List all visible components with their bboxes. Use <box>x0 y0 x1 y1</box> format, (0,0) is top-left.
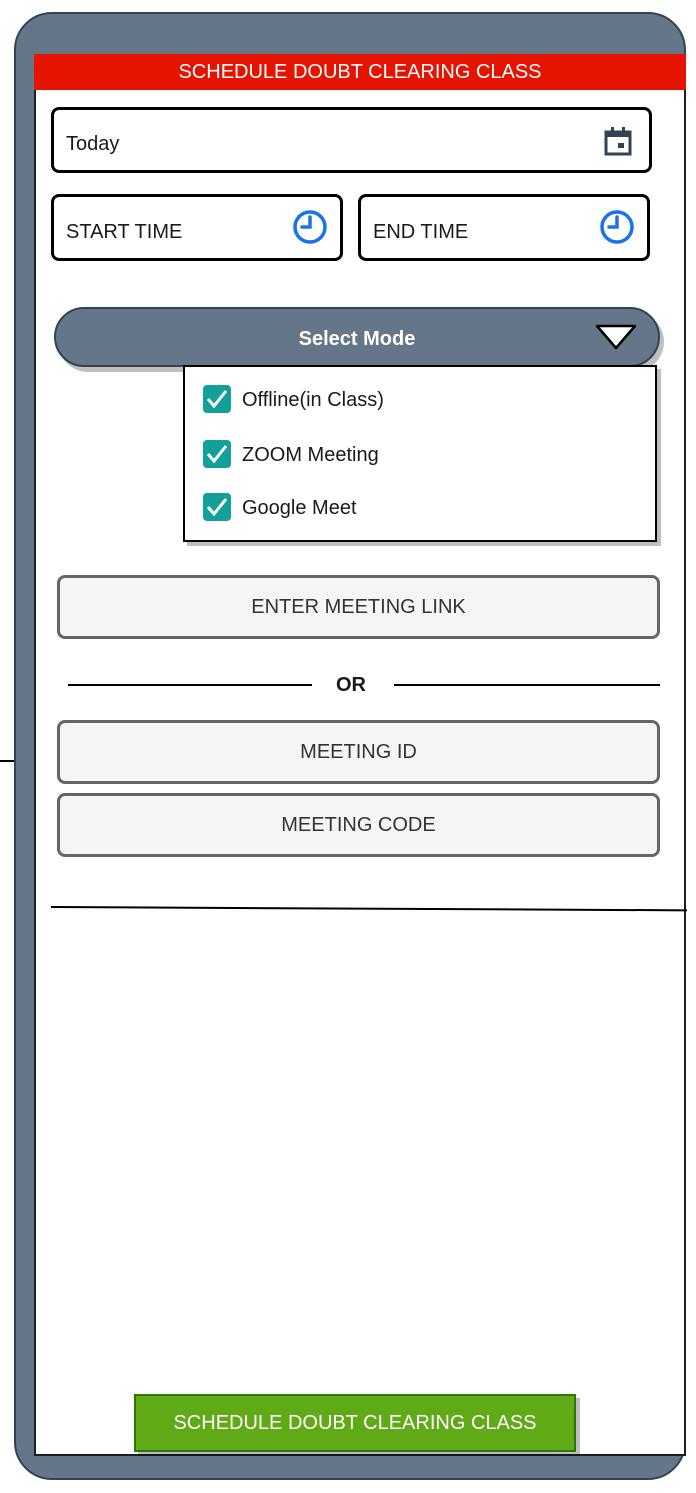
date-value: Today <box>66 133 120 155</box>
check-icon <box>206 445 228 464</box>
clock-icon[interactable] <box>292 209 328 245</box>
calendar-icon[interactable] <box>603 126 633 156</box>
end-time-label: END TIME <box>373 221 469 243</box>
page-title: SCHEDULE DOUBT CLEARING CLASS <box>34 54 686 90</box>
schedule-class-button[interactable]: SCHEDULE DOUBT CLEARING CLASS <box>134 1394 576 1452</box>
mode-option-label: Offline(in Class) <box>242 389 384 411</box>
chevron-down-icon <box>595 324 637 350</box>
mode-select-dropdown[interactable]: Select Mode <box>54 307 660 367</box>
end-time-field[interactable]: END TIME <box>358 194 650 261</box>
check-icon <box>206 390 228 409</box>
checkbox-checked[interactable] <box>203 493 231 521</box>
mode-select-label: Select Mode <box>298 328 416 350</box>
mode-option-label: ZOOM Meeting <box>242 444 379 466</box>
checkbox-checked[interactable] <box>203 385 231 413</box>
divider <box>394 684 660 686</box>
checkbox-checked[interactable] <box>203 440 231 468</box>
meeting-id-input[interactable]: MEETING ID <box>57 720 660 784</box>
check-icon <box>206 498 228 517</box>
meeting-code-input[interactable]: MEETING CODE <box>57 793 660 857</box>
mode-option-label: Google Meet <box>242 497 357 519</box>
start-time-label: START TIME <box>66 221 183 243</box>
clock-icon[interactable] <box>599 209 635 245</box>
meeting-link-input[interactable]: ENTER MEETING LINK <box>57 575 660 639</box>
start-time-field[interactable]: START TIME <box>51 194 343 261</box>
date-field[interactable]: Today <box>51 107 652 173</box>
or-separator: OR <box>336 674 366 696</box>
divider <box>68 684 312 686</box>
mode-options-list: Offline(in Class) ZOOM Meeting Google Me… <box>183 365 657 542</box>
